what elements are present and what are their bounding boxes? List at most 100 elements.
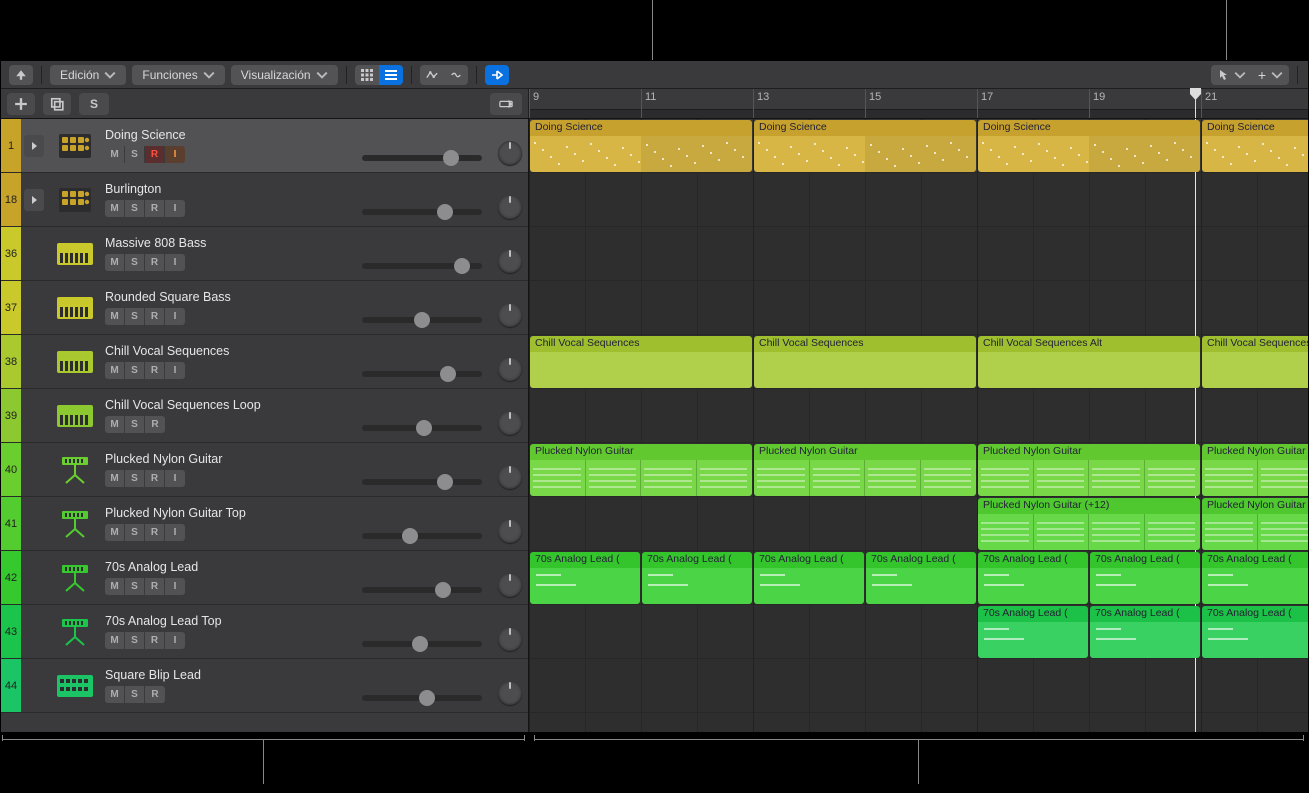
pan-knob[interactable] [498,141,522,165]
pan-knob[interactable] [498,249,522,273]
solo-button[interactable]: S [125,146,145,163]
solo-button[interactable]: S [125,632,145,649]
volume-slider[interactable] [362,425,482,431]
input-monitor-button[interactable]: I [165,632,185,649]
solo-button[interactable]: S [125,362,145,379]
track-header[interactable]: 41Plucked Nylon Guitar TopMSRI [1,497,528,551]
track-name-label[interactable]: Burlington [105,182,362,196]
record-enable-button[interactable]: R [145,686,165,703]
volume-slider-thumb[interactable] [437,204,453,220]
region[interactable]: Doing Science [530,120,752,172]
region[interactable]: Doing Science [1202,120,1308,172]
track-name-label[interactable]: 70s Analog Lead [105,560,362,574]
track-header[interactable]: 4270s Analog LeadMSRI [1,551,528,605]
volume-slider[interactable] [362,317,482,323]
input-monitor-button[interactable]: I [165,524,185,541]
track-header[interactable]: 38Chill Vocal SequencesMSRI [1,335,528,389]
region[interactable]: Doing Science [978,120,1200,172]
volume-slider[interactable] [362,479,482,485]
region[interactable]: 70s Analog Lead ( [530,552,640,604]
ruler[interactable]: 9111315171921 [529,89,1308,118]
edit-menu[interactable]: Edición [50,65,126,85]
record-enable-button[interactable]: R [145,578,165,595]
collapse-button[interactable] [9,65,33,85]
input-monitor-button[interactable]: I [165,146,185,163]
mute-button[interactable]: M [105,362,125,379]
mute-button[interactable]: M [105,470,125,487]
volume-slider-thumb[interactable] [454,258,470,274]
mute-button[interactable]: M [105,686,125,703]
secondary-tool-button[interactable]: + [1252,65,1289,85]
solo-button[interactable]: S [125,524,145,541]
input-monitor-button[interactable]: I [165,200,185,217]
pan-knob[interactable] [498,357,522,381]
record-enable-button[interactable]: R [145,416,165,433]
track-name-label[interactable]: Chill Vocal Sequences Loop [105,398,362,412]
track-header[interactable]: 18BurlingtonMSRI [1,173,528,227]
record-enable-button[interactable]: R [145,308,165,325]
mute-button[interactable]: M [105,416,125,433]
region[interactable]: 70s Analog Lead ( [642,552,752,604]
volume-slider-thumb[interactable] [416,420,432,436]
solo-button[interactable]: S [125,200,145,217]
volume-slider-thumb[interactable] [443,150,459,166]
region[interactable]: 70s Analog Lead ( [1090,606,1200,658]
record-enable-button[interactable]: R [145,200,165,217]
region[interactable]: 70s Analog Lead ( [1202,606,1308,658]
region[interactable]: Chill Vocal Sequences [754,336,976,388]
mute-button[interactable]: M [105,254,125,271]
mute-button[interactable]: M [105,524,125,541]
input-monitor-button[interactable]: I [165,254,185,271]
volume-slider[interactable] [362,209,482,215]
track-header[interactable]: 36Massive 808 BassMSRI [1,227,528,281]
solo-button[interactable]: S [125,470,145,487]
region[interactable]: 70s Analog Lead ( [978,606,1088,658]
input-monitor-button[interactable]: I [165,578,185,595]
disclosure-button[interactable] [24,189,44,211]
pan-knob[interactable] [498,465,522,489]
volume-slider[interactable] [362,587,482,593]
solo-button[interactable]: S [125,254,145,271]
grid-view-button[interactable] [355,65,379,85]
volume-slider-thumb[interactable] [419,690,435,706]
track-name-label[interactable]: Square Blip Lead [105,668,362,682]
volume-slider-thumb[interactable] [435,582,451,598]
track-name-label[interactable]: Doing Science [105,128,362,142]
playhead[interactable] [1195,89,1196,118]
region[interactable]: 70s Analog Lead ( [978,552,1088,604]
region[interactable]: 70s Analog Lead ( [754,552,864,604]
add-track-button[interactable] [7,93,35,115]
pan-knob[interactable] [498,303,522,327]
region[interactable]: Plucked Nylon Guitar [1202,444,1308,496]
volume-slider-thumb[interactable] [412,636,428,652]
track-name-label[interactable]: Rounded Square Bass [105,290,362,304]
track-header[interactable]: 4370s Analog Lead TopMSRI [1,605,528,659]
region[interactable]: Plucked Nylon Guitar [1202,498,1308,550]
pan-knob[interactable] [498,627,522,651]
pan-knob[interactable] [498,573,522,597]
record-enable-button[interactable]: R [145,146,165,163]
track-name-label[interactable]: Massive 808 Bass [105,236,362,250]
record-enable-button[interactable]: R [145,254,165,271]
solo-button[interactable]: S [125,578,145,595]
track-header[interactable]: 39Chill Vocal Sequences LoopMSR [1,389,528,443]
region[interactable]: 70s Analog Lead ( [1090,552,1200,604]
pan-knob[interactable] [498,411,522,435]
mute-button[interactable]: M [105,578,125,595]
catch-button[interactable] [485,65,509,85]
input-monitor-button[interactable]: I [165,362,185,379]
list-view-button[interactable] [379,65,403,85]
volume-slider[interactable] [362,263,482,269]
input-monitor-button[interactable]: I [165,470,185,487]
view-menu[interactable]: Visualización [231,65,338,85]
mute-button[interactable]: M [105,308,125,325]
record-enable-button[interactable]: R [145,362,165,379]
track-name-label[interactable]: 70s Analog Lead Top [105,614,362,628]
input-monitor-button[interactable]: I [165,308,185,325]
functions-menu[interactable]: Funciones [132,65,224,85]
track-name-label[interactable]: Plucked Nylon Guitar [105,452,362,466]
track-header[interactable]: 44Square Blip LeadMSR [1,659,528,713]
track-name-label[interactable]: Plucked Nylon Guitar Top [105,506,362,520]
global-solo-button[interactable]: S [79,93,109,115]
region[interactable]: 70s Analog Lead ( [866,552,976,604]
